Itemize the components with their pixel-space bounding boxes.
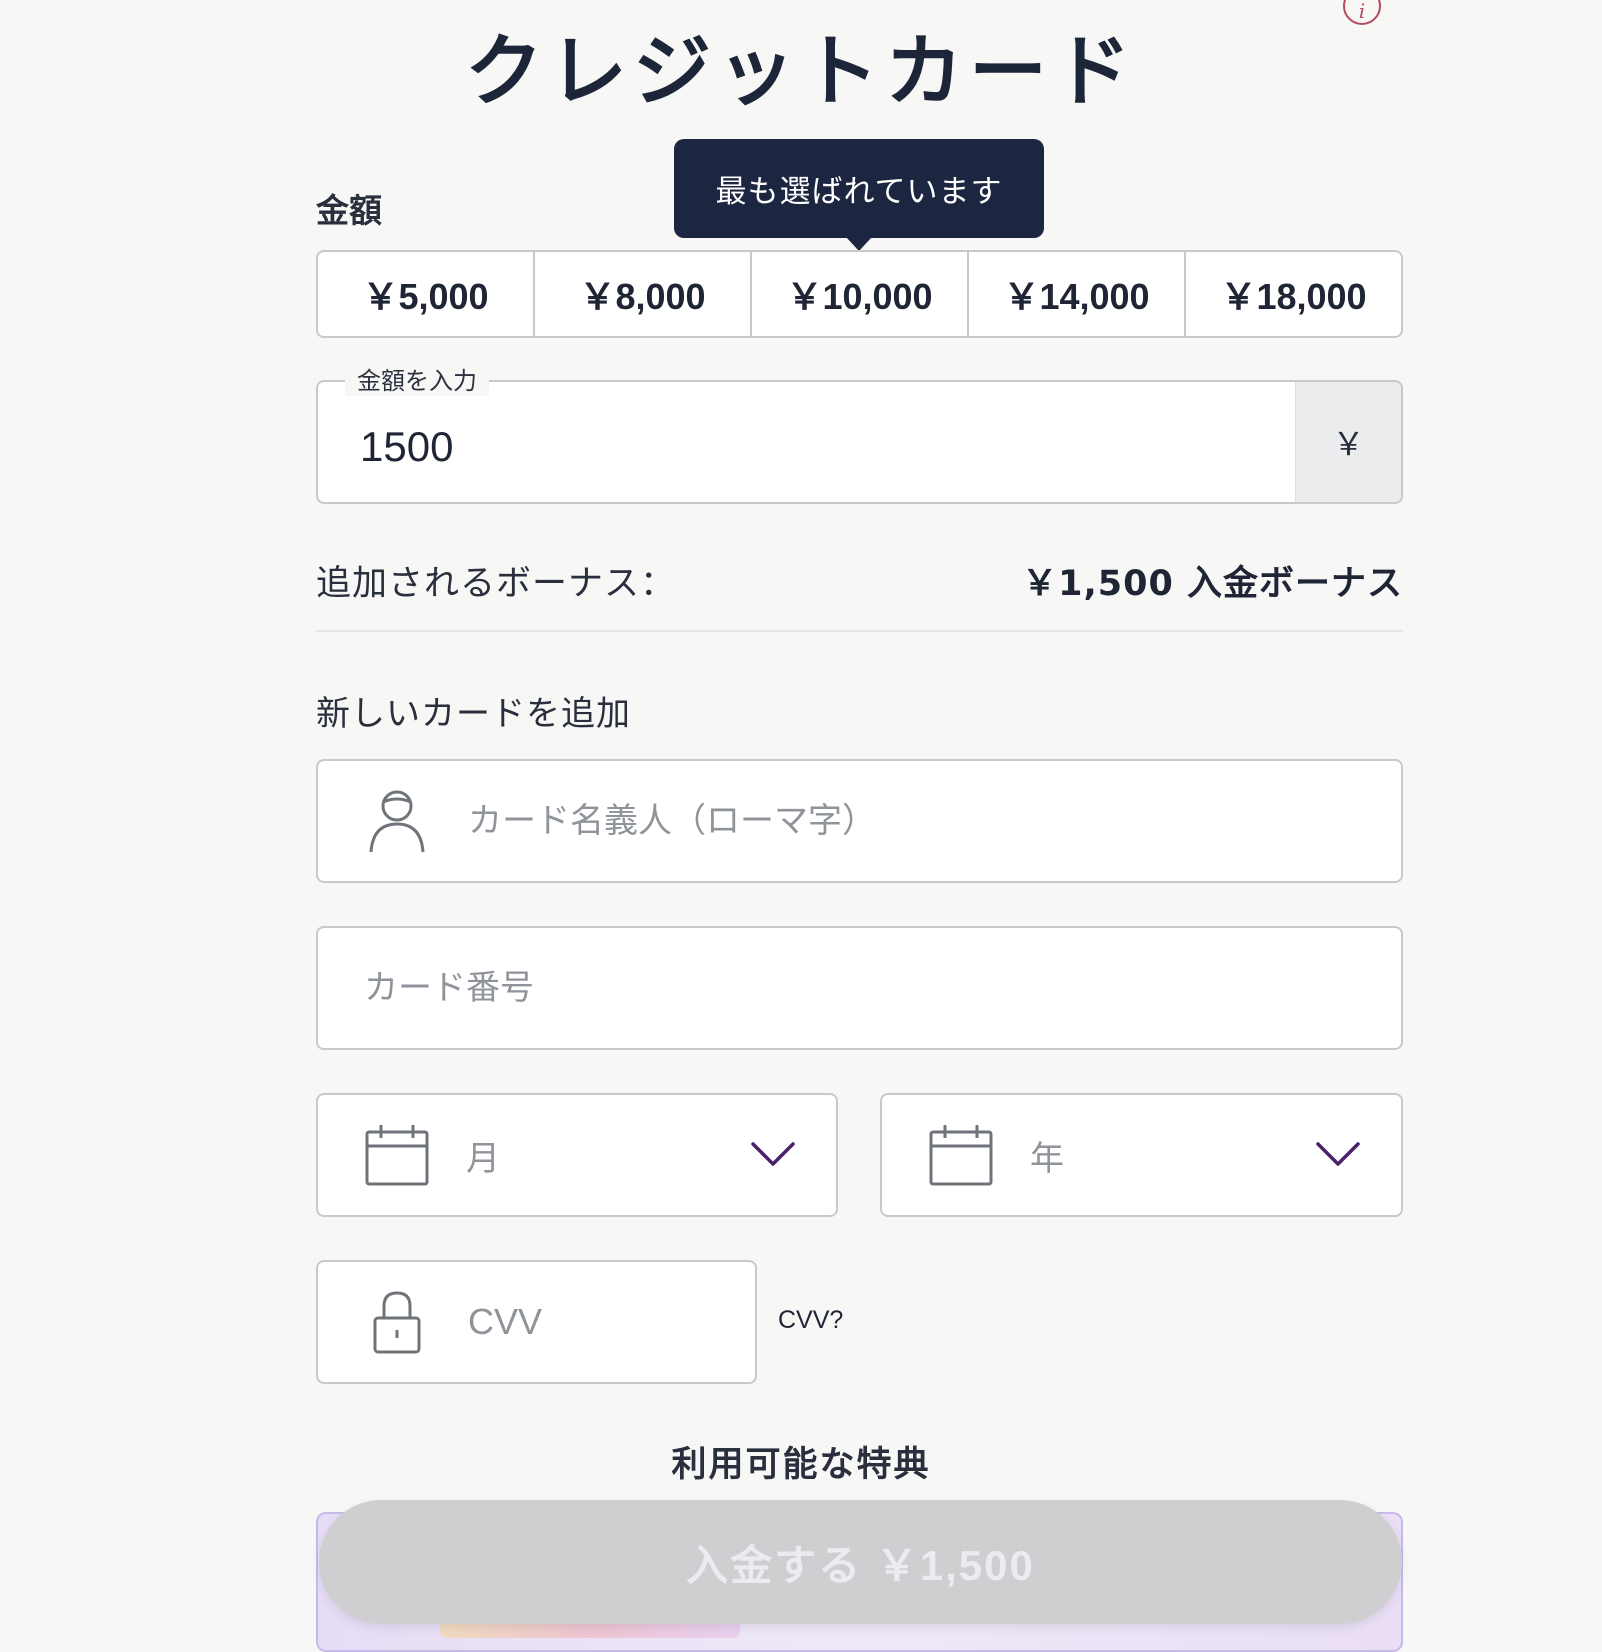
offers-title: 利用可能な特典 [671, 1445, 931, 1485]
calendar-icon [926, 1120, 996, 1190]
amount-preset-5000[interactable]: ￥5,000 [318, 252, 535, 336]
lock-icon [362, 1287, 432, 1357]
year-select-value: 年 [1030, 1138, 1064, 1179]
add-card-title: 新しいカードを追加 [316, 694, 631, 734]
bonus-label: 追加されるボーナス： [316, 564, 677, 604]
cvv-field[interactable] [316, 1260, 757, 1384]
cardholder-name-field[interactable] [316, 759, 1403, 883]
deposit-button-label: 入金する ￥1,500 [686, 1541, 1035, 1589]
deposit-button[interactable]: 入金する ￥1,500 [319, 1500, 1402, 1624]
divider [316, 630, 1403, 632]
currency-addon: ￥ [1295, 382, 1401, 502]
bonus-value: ￥1,500 入金ボーナス [1022, 564, 1403, 604]
amount-preset-10000[interactable]: ￥10,000 [752, 252, 969, 336]
amount-preset-8000[interactable]: ￥8,000 [535, 252, 752, 336]
expiry-year-select[interactable]: 年 [880, 1093, 1403, 1217]
tooltip-text: 最も選ばれています [715, 174, 1003, 210]
page-title: クレジットカード [464, 27, 1137, 117]
amount-label: 金額 [316, 191, 382, 230]
cvv-help-link[interactable]: CVV? [778, 1306, 843, 1335]
amount-preset-14000[interactable]: ￥14,000 [969, 252, 1186, 336]
most-popular-tooltip: 最も選ばれています [674, 139, 1044, 251]
chevron-down-icon [748, 1130, 798, 1180]
amount-preset-18000[interactable]: ￥18,000 [1186, 252, 1401, 336]
month-select-value: 月 [466, 1138, 500, 1179]
amount-input-label: 金額を入力 [345, 366, 489, 396]
amount-preset-group: ￥5,000 ￥8,000 ￥10,000 ￥14,000 ￥18,000 [316, 250, 1403, 338]
cardholder-name-input[interactable] [466, 800, 1350, 842]
cvv-input[interactable] [466, 1300, 730, 1344]
card-number-field[interactable] [316, 926, 1403, 1050]
user-icon [362, 786, 432, 856]
card-number-input[interactable] [362, 967, 1346, 1009]
amount-input[interactable] [360, 412, 1240, 482]
expiry-month-select[interactable]: 月 [316, 1093, 838, 1217]
chevron-down-icon [1313, 1130, 1363, 1180]
calendar-icon [362, 1120, 432, 1190]
